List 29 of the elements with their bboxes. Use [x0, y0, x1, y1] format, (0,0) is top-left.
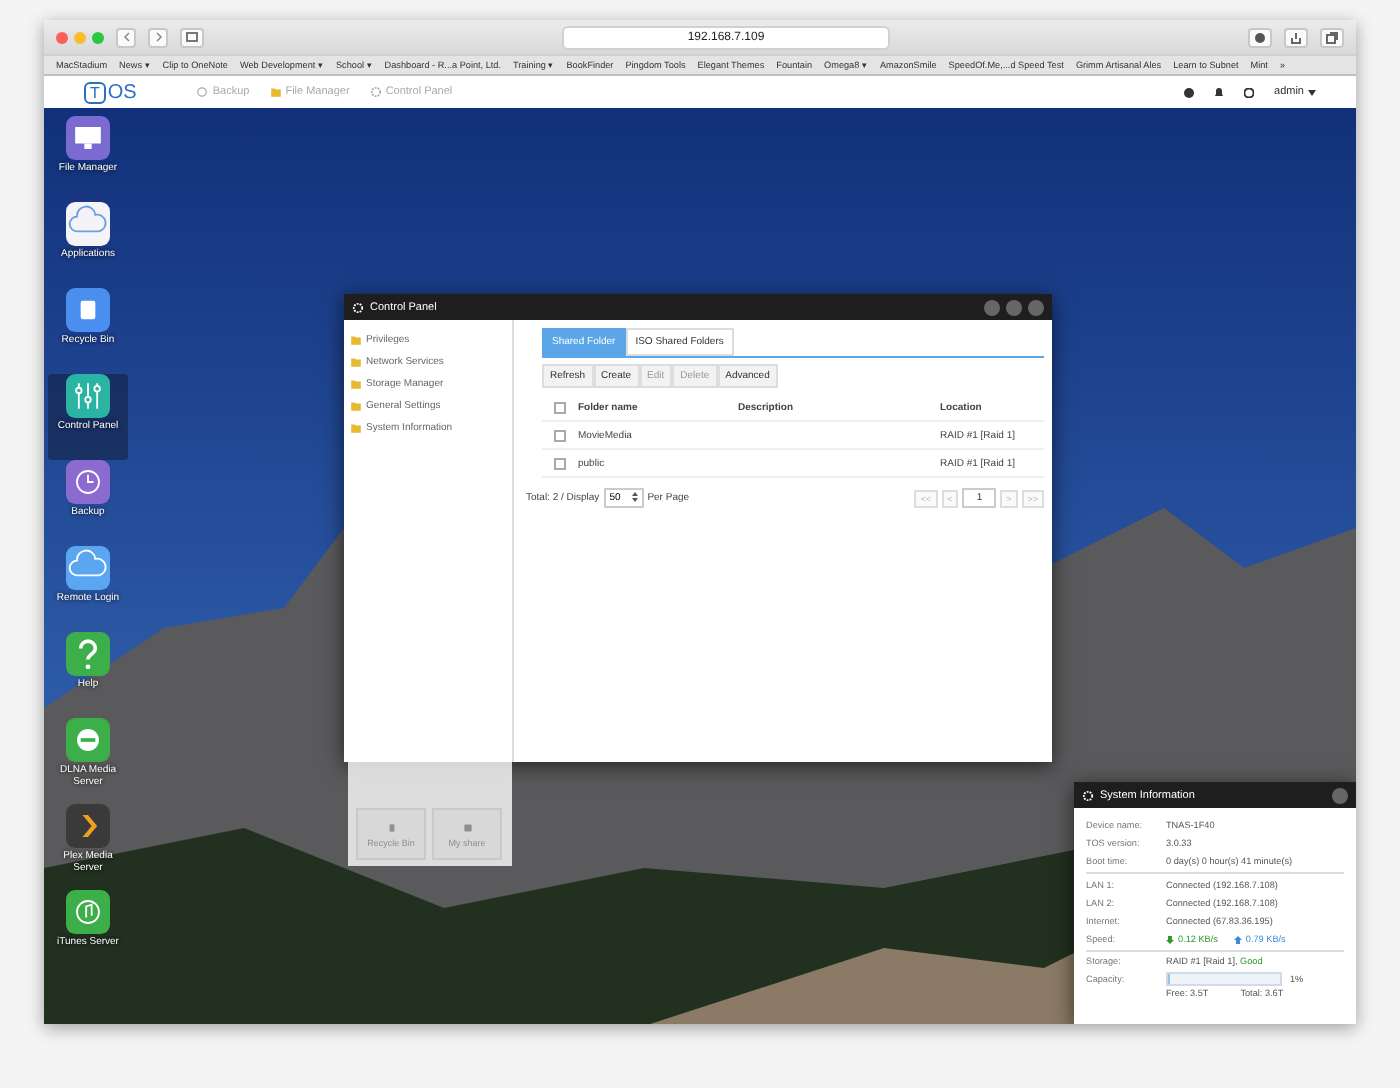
trash-icon [385, 821, 397, 833]
minimize-button[interactable] [984, 299, 1000, 315]
sliders-icon[interactable] [66, 374, 110, 418]
close-button[interactable] [1028, 299, 1044, 315]
tabs-button[interactable] [1320, 27, 1345, 47]
caret-icon [1308, 89, 1316, 95]
share-icon [1290, 31, 1303, 43]
share-button[interactable] [1284, 27, 1309, 47]
folder-icon [269, 86, 282, 98]
help-icon[interactable] [66, 632, 110, 676]
bell-icon[interactable] [1214, 87, 1225, 97]
logo-text: OS [107, 81, 137, 103]
maximize-button[interactable] [1006, 299, 1022, 315]
upload-arrow-icon [1233, 935, 1242, 943]
download-arrow-icon [1166, 935, 1174, 943]
tabs-icon [1326, 31, 1339, 43]
row-checkbox[interactable] [554, 429, 566, 441]
sidebar-button[interactable] [180, 27, 204, 47]
download-button[interactable] [1248, 27, 1273, 47]
monitor-icon[interactable] [66, 116, 110, 160]
logo-mark: T [84, 81, 106, 103]
row-checkbox[interactable] [554, 457, 566, 469]
close-button[interactable] [1332, 787, 1348, 803]
music-icon[interactable] [66, 890, 110, 934]
sidebar-icon [186, 32, 198, 42]
cloud-icon[interactable] [66, 546, 110, 590]
picture-icon [461, 821, 473, 833]
select-all-checkbox[interactable] [554, 401, 566, 413]
spinner-icon [631, 492, 638, 502]
